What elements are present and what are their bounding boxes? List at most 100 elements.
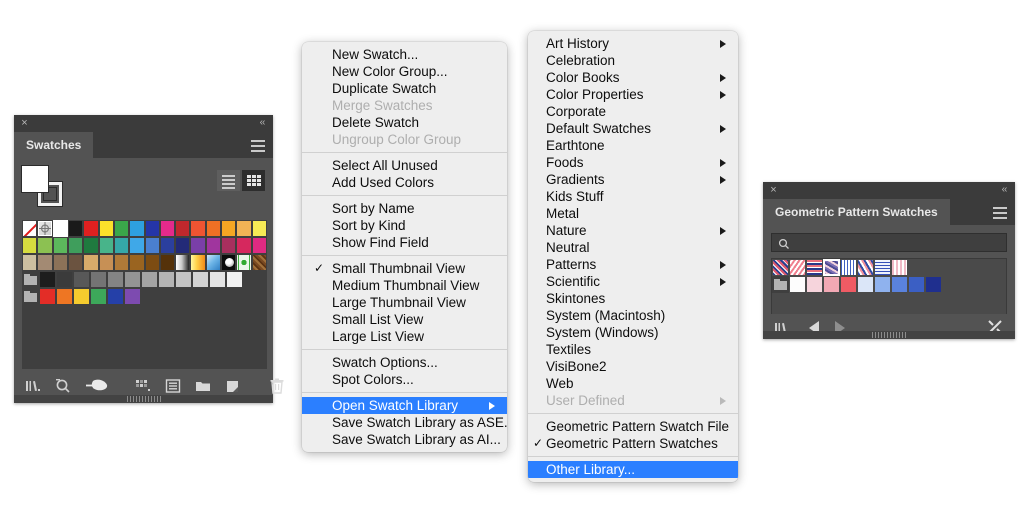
swatch-cell[interactable] — [73, 271, 90, 288]
fill-stroke-indicator[interactable] — [21, 165, 64, 207]
swatch-cell[interactable] — [251, 220, 267, 237]
swatch-cell[interactable] — [144, 220, 160, 237]
swatch-cell[interactable] — [113, 254, 130, 271]
swatch-cell[interactable] — [129, 254, 145, 271]
swatch-cell[interactable] — [159, 254, 176, 271]
swatch-cell[interactable] — [226, 271, 243, 288]
new-color-group-folder-icon[interactable] — [194, 377, 212, 395]
list-view-button[interactable] — [217, 170, 240, 191]
library-item-scientific[interactable]: Scientific — [528, 273, 738, 290]
swatch-cell[interactable] — [22, 237, 38, 254]
library-item-system-macintosh[interactable]: System (Macintosh) — [528, 307, 738, 324]
close-icon[interactable]: × — [768, 185, 779, 196]
swatch-cell[interactable] — [129, 220, 145, 237]
swatch-cell[interactable] — [823, 276, 840, 293]
menu-item-sort-by-name[interactable]: Sort by Name — [302, 200, 507, 217]
library-item-system-windows[interactable]: System (Windows) — [528, 324, 738, 341]
geo-pattern-7[interactable] — [874, 259, 891, 276]
library-item-metal[interactable]: Metal — [528, 205, 738, 222]
swatch-cell[interactable] — [857, 276, 874, 293]
color-group-folder-icon[interactable] — [772, 276, 789, 293]
menu-item-show-find-field[interactable]: Show Find Field — [302, 234, 507, 251]
swatch-cell[interactable] — [37, 237, 53, 254]
swatch-cell[interactable] — [67, 220, 84, 237]
swatch-cell[interactable] — [73, 288, 90, 305]
swatch-cell[interactable] — [221, 220, 237, 237]
close-icon[interactable]: × — [19, 118, 30, 129]
swatch-cell[interactable] — [90, 271, 107, 288]
swatch-cell[interactable] — [83, 237, 99, 254]
collapse-icon[interactable]: ‹‹ — [998, 184, 1010, 196]
swatch-cell[interactable] — [39, 271, 56, 288]
swatch-cell[interactable] — [113, 220, 130, 237]
tab-swatches[interactable]: Swatches — [14, 132, 94, 158]
brown-pattern[interactable] — [251, 254, 267, 271]
swatch-cell[interactable] — [221, 237, 237, 254]
library-item-textiles[interactable]: Textiles — [528, 341, 738, 358]
library-item-celebration[interactable]: Celebration — [528, 52, 738, 69]
panel-resize-bar[interactable] — [763, 331, 1015, 339]
library-item-visibone2[interactable]: VisiBone2 — [528, 358, 738, 375]
swatch-cell[interactable] — [908, 276, 925, 293]
swatch-cell[interactable] — [159, 237, 176, 254]
library-item-geometric-pattern-swatches[interactable]: ✓ Geometric Pattern Swatches — [528, 435, 738, 452]
swatch-cell[interactable] — [236, 237, 252, 254]
swatch-cell[interactable] — [251, 237, 267, 254]
fill-color-box[interactable] — [21, 165, 49, 193]
swatch-cell[interactable] — [840, 276, 857, 293]
swatch-cell[interactable] — [56, 271, 73, 288]
swatch-cell[interactable] — [107, 288, 124, 305]
swatch-cell[interactable] — [124, 288, 141, 305]
swatch-cell[interactable] — [806, 276, 823, 293]
menu-item-save-swatch-library-as-ai[interactable]: Save Swatch Library as AI... — [302, 431, 507, 448]
swatch-cell[interactable] — [98, 254, 114, 271]
geo-pattern-5[interactable] — [840, 259, 857, 276]
swatch-kind-list-icon[interactable] — [164, 377, 182, 395]
menu-item-medium-thumbnail-view[interactable]: Medium Thumbnail View — [302, 277, 507, 294]
white-black-gradient[interactable] — [175, 254, 191, 271]
swatch-cell[interactable] — [67, 254, 84, 271]
search-input[interactable] — [771, 233, 1007, 252]
yellow-orange-gradient[interactable] — [190, 254, 206, 271]
blue-gradient[interactable] — [205, 254, 222, 271]
swatch-cell[interactable] — [39, 288, 56, 305]
library-item-default-swatches[interactable]: Default Swatches — [528, 120, 738, 137]
swatch-options-icon[interactable] — [84, 377, 108, 395]
library-item-geometric-pattern-swatch-file[interactable]: Geometric Pattern Swatch File — [528, 418, 738, 435]
grid-view-button[interactable] — [242, 170, 265, 191]
panel-resize-bar[interactable] — [14, 395, 273, 403]
new-color-group-icon[interactable] — [134, 377, 152, 395]
new-swatch-icon[interactable] — [224, 377, 242, 395]
menu-item-new-swatch[interactable]: New Swatch... — [302, 46, 507, 63]
library-item-earthtone[interactable]: Earthtone — [528, 137, 738, 154]
geo-pattern-1[interactable] — [772, 259, 789, 276]
menu-item-swatch-options[interactable]: Swatch Options... — [302, 354, 507, 371]
geo-pattern-8[interactable] — [891, 259, 908, 276]
swatch-cell[interactable] — [925, 276, 942, 293]
swatch-cell[interactable] — [789, 276, 806, 293]
show-swatch-kinds-menu-icon[interactable] — [54, 377, 72, 395]
swatch-cell[interactable] — [22, 220, 38, 237]
swatch-cell[interactable] — [141, 271, 158, 288]
menu-item-duplicate-swatch[interactable]: Duplicate Swatch — [302, 80, 507, 97]
swatch-cell[interactable] — [52, 254, 68, 271]
swatch-cell[interactable] — [159, 220, 176, 237]
menu-item-new-color-group[interactable]: New Color Group... — [302, 63, 507, 80]
swatch-cell[interactable] — [98, 220, 114, 237]
library-item-gradients[interactable]: Gradients — [528, 171, 738, 188]
geo-pattern-3[interactable] — [806, 259, 823, 276]
swatch-cell[interactable] — [175, 237, 191, 254]
panel-menu-icon[interactable] — [251, 140, 265, 152]
library-item-skintones[interactable]: Skintones — [528, 290, 738, 307]
menu-item-open-swatch-library[interactable]: Open Swatch Library — [302, 397, 507, 414]
swatch-cell[interactable] — [83, 254, 99, 271]
swatch-cell[interactable] — [67, 237, 84, 254]
dot-pattern[interactable] — [221, 254, 237, 271]
swatch-cell[interactable] — [98, 237, 114, 254]
library-item-kids-stuff[interactable]: Kids Stuff — [528, 188, 738, 205]
swatch-cell[interactable] — [107, 271, 124, 288]
swatch-cell[interactable] — [56, 288, 73, 305]
swatch-cell[interactable] — [190, 220, 206, 237]
swatch-cell[interactable] — [37, 220, 53, 237]
swatch-cell[interactable] — [175, 220, 191, 237]
